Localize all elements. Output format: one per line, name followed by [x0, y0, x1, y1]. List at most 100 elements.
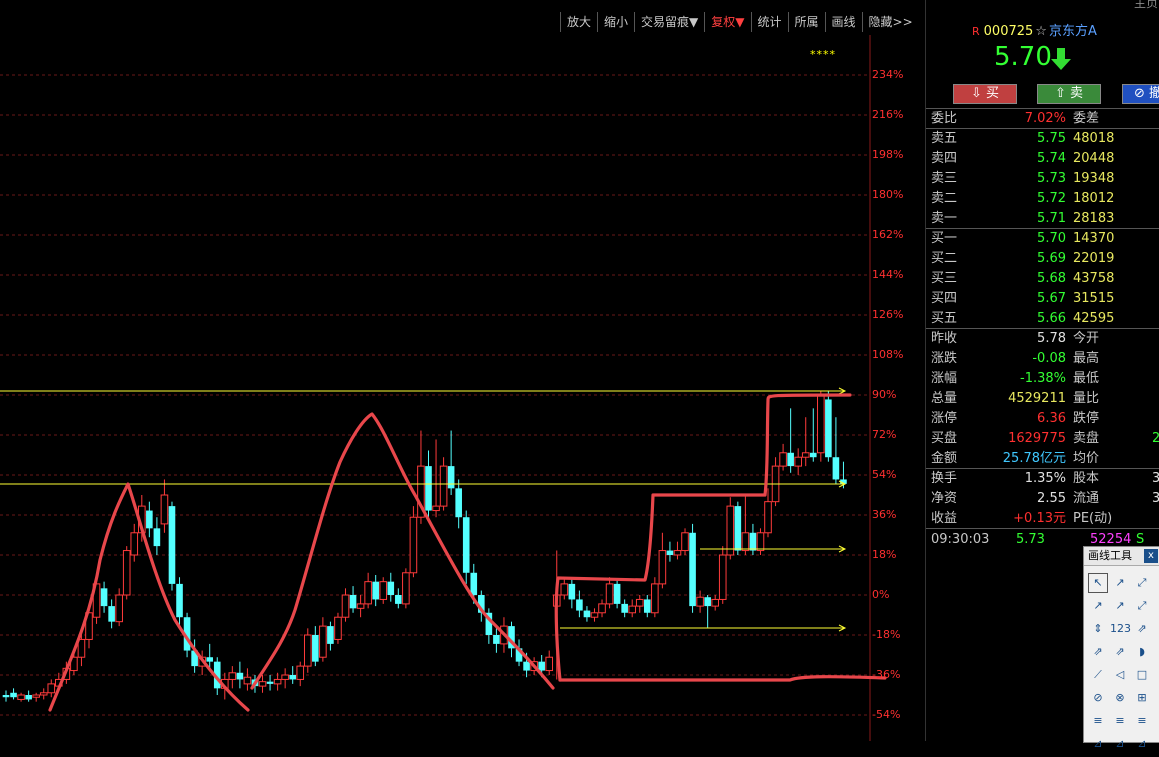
info-label-2: 卖盘	[1073, 431, 1100, 446]
draw-tool-icon[interactable]: ↖	[1088, 573, 1108, 593]
draw-tool-icon[interactable]: ⊿	[1132, 734, 1152, 754]
candle-body	[749, 532, 757, 551]
draw-tool-icon[interactable]: ◁	[1110, 665, 1130, 685]
candle-body	[538, 661, 545, 671]
kline-chart[interactable]	[0, 0, 925, 741]
draw-tool-icon[interactable]: ⟋	[1088, 665, 1108, 685]
draw-tool-icon[interactable]: ⊿	[1110, 734, 1130, 754]
candle-body	[590, 612, 599, 618]
draw-tool-icon[interactable]: ↗	[1110, 596, 1130, 616]
info-label: 涨停	[931, 411, 958, 426]
toolbar-button[interactable]: 交易留痕▼	[634, 12, 704, 32]
draw-tool-icon[interactable]: ⤢	[1132, 596, 1152, 616]
divider	[926, 528, 1159, 529]
row-price[interactable]: 5.66	[986, 309, 1066, 329]
draw-tool-icon[interactable]: ⤢	[1132, 573, 1152, 593]
candle-body	[576, 599, 583, 611]
toolbar-button[interactable]: 所属	[787, 12, 825, 32]
candle-body	[372, 581, 379, 600]
info-value: 2.55	[1037, 491, 1066, 506]
candle-body	[319, 625, 327, 658]
candle-body	[327, 626, 334, 644]
sell-button-label: 卖	[1070, 86, 1084, 101]
info-row: 总量 4529211 量比	[926, 389, 1159, 409]
row-volume: 19348	[1073, 171, 1115, 186]
draw-tool-icon[interactable]: ≡	[1088, 711, 1108, 731]
stock-name[interactable]: 京东方A	[1049, 24, 1097, 39]
candle-body	[568, 583, 576, 600]
sell-button[interactable]: ⇧ 卖	[1037, 84, 1101, 104]
draw-tool-icon[interactable]: ⊗	[1110, 688, 1130, 708]
candle-body	[281, 674, 289, 680]
candle-body	[130, 532, 139, 556]
draw-tool-icon[interactable]: 123	[1110, 619, 1131, 639]
tool-grid: ↖ ↗ ⤢↗ ↗ ⤢⇕ 123 ⇗⇗ ⇗ ◗⟋ ◁ □⊘ ⊗ ⊞≡ ≡ ≡⊿ ⊿ ⊿	[1088, 573, 1158, 757]
cancel-button-label: 撤	[1149, 86, 1159, 101]
toolbar-button[interactable]: 放大	[560, 12, 597, 32]
info-row: 买盘 1629775 卖盘 2	[926, 429, 1159, 449]
ask-row: 卖三 5.73 19348	[926, 169, 1159, 189]
row-price[interactable]: 5.69	[986, 249, 1066, 269]
candle-body	[25, 695, 32, 700]
stock-code: 000725	[983, 24, 1034, 39]
row-price[interactable]: 5.74	[986, 149, 1066, 169]
kline-chart-area[interactable]: 放大 缩小 交易留痕▼ 复权▼ 统计 所属 画线 隐藏>> **** 234% 216% 198%…	[0, 0, 925, 741]
draw-tool-icon[interactable]: ⊘	[1088, 688, 1108, 708]
bid-row: 买四 5.67 31515	[926, 289, 1159, 309]
draw-tool-icon[interactable]: ≡	[1132, 711, 1152, 731]
candle-body	[17, 694, 25, 700]
draw-tool-icon[interactable]: ↗	[1110, 573, 1130, 593]
rating-stars: ****	[810, 48, 836, 61]
row-label: 卖五	[931, 131, 958, 146]
row-price[interactable]: 5.70	[986, 229, 1066, 249]
draw-tool-icon[interactable]: ⊞	[1132, 688, 1152, 708]
toolbar-button[interactable]: 复权▼	[704, 12, 750, 32]
close-icon[interactable]: x	[1144, 549, 1158, 563]
draw-tool-icon[interactable]: ⊿	[1088, 734, 1108, 754]
row-price[interactable]: 5.73	[986, 169, 1066, 189]
star-icon[interactable]: ☆	[1035, 24, 1047, 39]
row-label: 卖一	[931, 211, 958, 226]
info-value: 4529211	[1008, 391, 1066, 406]
draw-tool-icon[interactable]: ⇗	[1088, 642, 1108, 662]
draw-tool-icon[interactable]: ↗	[1088, 596, 1108, 616]
draw-tool-icon[interactable]: ≡	[1110, 711, 1130, 731]
row-volume: 31515	[1073, 291, 1115, 306]
cancel-icon: ⊘	[1133, 86, 1149, 101]
row-price[interactable]: 5.67	[986, 289, 1066, 309]
info-label-2: 最高	[1073, 351, 1100, 366]
candle-body	[711, 598, 719, 607]
row-label: 卖二	[931, 191, 958, 206]
toolbar-button[interactable]: 缩小	[597, 12, 634, 32]
candle-body	[10, 692, 17, 698]
candle-body	[341, 594, 350, 618]
draw-tool-icon[interactable]: □	[1132, 665, 1152, 685]
row-price[interactable]: 5.72	[986, 189, 1066, 209]
info-label-2: 均价	[1073, 451, 1100, 466]
r-badge: R	[972, 25, 980, 38]
candle-body	[364, 581, 372, 605]
draw-tool-icon[interactable]: ⇕	[1088, 619, 1108, 639]
cancel-order-button[interactable]: ⊘ 撤	[1122, 84, 1159, 104]
draw-tool-icon[interactable]: ◗	[1132, 642, 1152, 662]
row-price[interactable]: 5.75	[986, 129, 1066, 149]
drawing-tools-panel[interactable]: 画线工具 x ↖ ↗ ⤢↗ ↗ ⤢⇕ 123 ⇗⇗ ⇗ ◗⟋ ◁ □⊘ ⊗ ⊞≡ ≡ ≡⊿ ⊿ ⊿	[1083, 546, 1159, 750]
row-label: 买三	[931, 271, 958, 286]
row-volume: 43758	[1073, 271, 1115, 286]
draw-tool-icon[interactable]: ⇗	[1132, 619, 1152, 639]
info-value-2: 3	[1152, 489, 1159, 509]
row-volume: 18012	[1073, 191, 1115, 206]
row-price[interactable]: 5.68	[986, 269, 1066, 289]
candle-body	[425, 466, 432, 511]
toolbar-button[interactable]: 隐藏>>	[861, 12, 919, 32]
draw-tool-icon[interactable]: ⇗	[1110, 642, 1130, 662]
toolbar-button[interactable]: 画线	[824, 12, 862, 32]
row-label: 卖三	[931, 171, 958, 186]
info-label-2: 流通	[1073, 491, 1100, 506]
info-row: 收益 +0.13元 PE(动)	[926, 509, 1159, 529]
info-row: 金额 25.78亿元 均价	[926, 449, 1159, 469]
row-price[interactable]: 5.71	[986, 209, 1066, 229]
buy-button[interactable]: ⇩ 买	[953, 84, 1017, 104]
toolbar-button[interactable]: 统计	[750, 12, 788, 32]
bid-row: 买三 5.68 43758	[926, 269, 1159, 289]
